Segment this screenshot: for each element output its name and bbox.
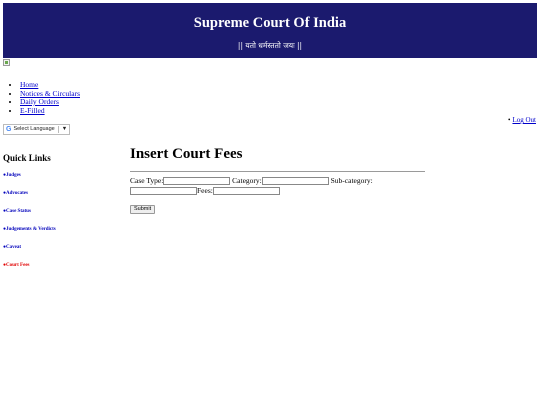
fees-input[interactable]	[212, 187, 280, 196]
quick-link-judges[interactable]: ●Judges	[3, 173, 21, 178]
sub-category-input[interactable]	[130, 187, 197, 196]
quick-link-case-status[interactable]: ●Case Status	[3, 209, 31, 214]
quick-link-court-fees[interactable]: ●Court Fees	[3, 263, 30, 268]
dropdown-arrow-icon: ▼	[61, 126, 68, 132]
fees-label: Fees:	[197, 186, 213, 195]
language-selector-label: Select Language	[13, 126, 55, 132]
logout-item: • Log Out	[508, 116, 536, 124]
quick-link-advocates[interactable]: ●Advocates	[3, 191, 28, 196]
broken-image-icon	[3, 59, 10, 66]
court-fees-form: Case Type: Category: Sub-category: Fees:	[130, 176, 430, 196]
title-divider	[130, 171, 425, 172]
quick-links-title: Quick Links	[3, 153, 51, 163]
site-title: Supreme Court Of India	[193, 15, 347, 31]
nav-link-e-filled[interactable]: E-Filled	[20, 106, 45, 115]
quick-link-caveat[interactable]: ●Caveat	[3, 245, 21, 250]
language-selector-divider	[57, 126, 59, 133]
quick-link-judgements[interactable]: ●Judgements & Verdicts	[3, 227, 56, 232]
case-type-input[interactable]	[163, 177, 231, 186]
category-input[interactable]	[261, 177, 329, 186]
category-label: Category:	[232, 176, 262, 185]
language-selector[interactable]: G Select Language ▼	[3, 124, 71, 135]
page-title: Insert Court Fees	[130, 146, 243, 162]
top-navigation: Home Notices & Circulars Daily Orders E-…	[10, 80, 80, 116]
site-motto: || यतो धर्मस्ततो जयः ||	[237, 41, 303, 50]
submit-button[interactable]: Submit	[130, 205, 156, 214]
bullet-icon: •	[508, 116, 511, 124]
nav-item-e-filled: E-Filled	[20, 106, 80, 116]
logout-link[interactable]: Log Out	[512, 116, 536, 124]
sub-category-label: Sub-category:	[330, 176, 373, 185]
site-banner: Supreme Court Of India || यतो धर्मस्ततो …	[3, 3, 537, 58]
case-type-label: Case Type:	[130, 176, 164, 185]
google-translate-icon: G	[6, 126, 12, 133]
